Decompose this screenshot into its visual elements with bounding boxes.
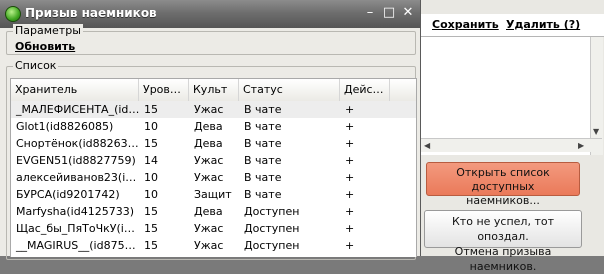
add-action[interactable]: + bbox=[340, 169, 390, 186]
close-icon[interactable]: ✕ bbox=[400, 5, 416, 21]
cell-cult: Дева bbox=[194, 137, 223, 150]
cell-level: 10 bbox=[144, 171, 158, 184]
cell-status: В чате bbox=[244, 137, 282, 150]
cell-level: 15 bbox=[144, 205, 158, 218]
cell-level: 15 bbox=[144, 137, 158, 150]
table-row[interactable]: Снортёнок(id88263… 15 Дева В чате + bbox=[11, 135, 416, 152]
open-list-label-line2: наемников... bbox=[466, 194, 540, 207]
add-action[interactable]: + bbox=[340, 101, 390, 118]
add-action[interactable]: + bbox=[340, 237, 390, 254]
cell-keeper: БУРСА(id9201742) bbox=[16, 188, 120, 201]
cell-cult: Ужас bbox=[194, 171, 224, 184]
cancel-summon-label-line1: Кто не успел, тот опоздал. bbox=[452, 215, 554, 243]
app-icon bbox=[5, 6, 21, 22]
cell-cult: Ужас bbox=[194, 154, 224, 167]
column-header-cult[interactable]: Культ bbox=[189, 79, 239, 101]
mercenary-table[interactable]: Хранитель Уров… Культ Статус Дейс… _МАЛЕ… bbox=[10, 78, 417, 257]
table-row[interactable]: EVGEN51(id8827759) 14 Ужас В чате + bbox=[11, 152, 416, 169]
cell-cult: Защит bbox=[194, 188, 232, 201]
cell-status: В чате bbox=[244, 188, 282, 201]
minimize-icon[interactable]: – bbox=[362, 5, 378, 21]
table-row[interactable]: Glot1(id8826085) 10 Дева В чате + bbox=[11, 118, 416, 135]
cell-status: В чате bbox=[244, 171, 282, 184]
cell-keeper: _МАЛЕФИСЕНТА_(id… bbox=[16, 103, 139, 116]
cell-status: Доступен bbox=[244, 239, 300, 252]
column-header-keeper[interactable]: Хранитель bbox=[11, 79, 139, 101]
refresh-link[interactable]: Обновить bbox=[15, 40, 75, 53]
cell-level: 10 bbox=[144, 188, 158, 201]
delete-link[interactable]: Удалить (?) bbox=[506, 18, 580, 31]
add-action[interactable]: + bbox=[340, 203, 390, 220]
open-list-label-line1: Открыть список доступных bbox=[456, 166, 550, 193]
cell-keeper: алексейиванов23(i… bbox=[16, 171, 137, 184]
cell-keeper: Marfysha(id4125733) bbox=[16, 205, 134, 218]
list-label: Список bbox=[13, 59, 59, 72]
table-row[interactable]: _МАЛЕФИСЕНТА_(id… 15 Ужас В чате + bbox=[11, 101, 416, 118]
column-header-level[interactable]: Уров… bbox=[139, 79, 189, 101]
cell-cult: Дева bbox=[194, 205, 223, 218]
table-row[interactable]: БУРСА(id9201742) 10 Защит В чате + bbox=[11, 186, 416, 203]
table-row[interactable]: __MAGIRUS__(id875… 15 Ужас Доступен + bbox=[11, 237, 416, 254]
summon-mercenaries-window: Призыв наемников – □ ✕ Параметры Обновит… bbox=[0, 0, 421, 260]
cell-keeper: EVGEN51(id8827759) bbox=[16, 154, 136, 167]
cell-level: 15 bbox=[144, 239, 158, 252]
scroll-right-icon[interactable]: ▶ bbox=[578, 141, 584, 150]
cell-cult: Ужас bbox=[194, 103, 224, 116]
table-row[interactable]: Щас_бы_ПяТоЧкУ(i… 15 Ужас Доступен + bbox=[11, 220, 416, 237]
cell-cult: Ужас bbox=[194, 222, 224, 235]
add-action[interactable]: + bbox=[340, 220, 390, 237]
cell-level: 14 bbox=[144, 154, 158, 167]
scroll-down-icon[interactable]: ▼ bbox=[593, 127, 599, 136]
table-row[interactable]: алексейиванов23(i… 10 Ужас В чате + bbox=[11, 169, 416, 186]
add-action[interactable]: + bbox=[340, 152, 390, 169]
cancel-summon-button[interactable]: Кто не успел, тот опоздал. Отмена призыв… bbox=[424, 210, 582, 273]
background-toolbar: Сохранить Удалить (?) bbox=[420, 14, 604, 37]
cell-level: 10 bbox=[144, 120, 158, 133]
cell-keeper: Щас_бы_ПяТоЧкУ(i… bbox=[16, 222, 135, 235]
horizontal-scrollbar[interactable]: ◀ ▶ bbox=[420, 138, 602, 152]
cell-cult: Дева bbox=[194, 120, 223, 133]
cell-status: В чате bbox=[244, 154, 282, 167]
maximize-icon[interactable]: □ bbox=[381, 5, 397, 21]
add-action[interactable]: + bbox=[340, 186, 390, 203]
cell-status: Доступен bbox=[244, 222, 300, 235]
cell-keeper: __MAGIRUS__(id875… bbox=[16, 239, 136, 252]
cell-keeper: Glot1(id8826085) bbox=[16, 120, 114, 133]
cell-level: 15 bbox=[144, 222, 158, 235]
parameters-group: Параметры Обновить bbox=[6, 24, 416, 55]
add-action[interactable]: + bbox=[340, 135, 390, 152]
cancel-summon-label-line2: Отмена призыва наемников. bbox=[454, 245, 552, 273]
cell-status: В чате bbox=[244, 103, 282, 116]
window-title: Призыв наемников bbox=[25, 6, 157, 20]
cell-status: Доступен bbox=[244, 205, 300, 218]
column-header-action[interactable]: Дейс… bbox=[340, 79, 390, 101]
cell-level: 15 bbox=[144, 103, 158, 116]
cell-status: В чате bbox=[244, 120, 282, 133]
scroll-left-icon[interactable]: ◀ bbox=[424, 141, 430, 150]
parameters-label: Параметры bbox=[13, 24, 83, 37]
column-header-status[interactable]: Статус bbox=[239, 79, 340, 101]
table-row[interactable]: Marfysha(id4125733) 15 Дева Доступен + bbox=[11, 203, 416, 220]
table-header: Хранитель Уров… Культ Статус Дейс… bbox=[11, 79, 416, 102]
save-link[interactable]: Сохранить bbox=[432, 18, 499, 31]
open-mercenary-list-button[interactable]: Открыть список доступных наемников... bbox=[426, 162, 580, 207]
cell-cult: Ужас bbox=[194, 239, 224, 252]
cell-keeper: Снортёнок(id88263… bbox=[16, 137, 139, 150]
add-action[interactable]: + bbox=[340, 118, 390, 135]
